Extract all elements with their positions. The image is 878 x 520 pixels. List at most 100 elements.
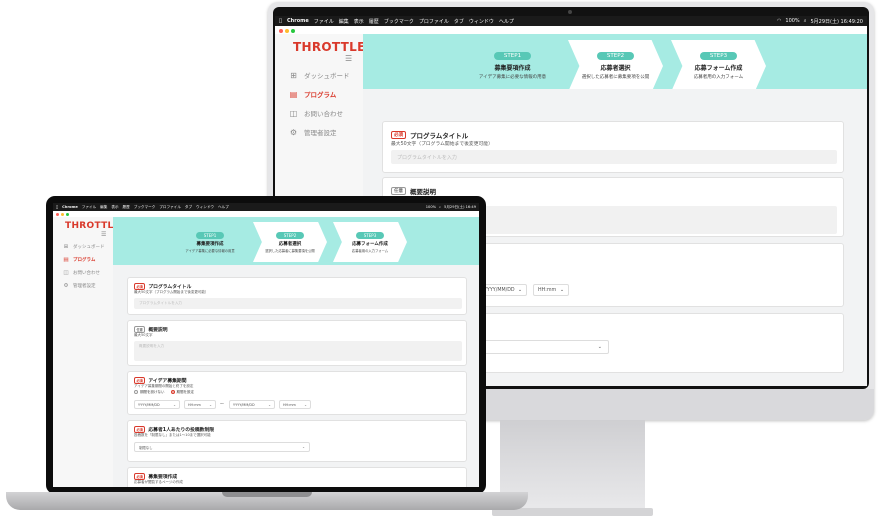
sidebar-item-label: 管理者設定 <box>73 283 96 289</box>
sidebar-item-program[interactable]: ▤ プログラム <box>289 89 350 100</box>
required-badge: 必須 <box>391 131 406 139</box>
logo[interactable]: THROTTLE <box>65 221 120 231</box>
close-icon[interactable] <box>279 29 283 33</box>
sidebar-item-admin[interactable]: ⚙ 管理者設定 <box>289 127 350 138</box>
step-2[interactable]: STEP2 応募者選択 選択した応募者に募集要項を公開 <box>253 222 327 262</box>
step-1[interactable]: STEP1 募集要項作成 アイデア募集に必要な情報の用意 <box>465 40 560 92</box>
search-icon[interactable]: ⌕ <box>804 18 807 25</box>
program-title-card: 必須 プログラムタイトル 最大50文字（プログラム開始まで後変更可能） プログラム… <box>127 277 467 315</box>
start-date-select[interactable]: YYYY/MM/DD ⌄ <box>134 400 180 409</box>
radio-label: 期間を設けない <box>140 390 165 394</box>
window-controls <box>279 29 295 33</box>
required-badge: 必須 <box>134 473 146 480</box>
menu-tab[interactable]: タブ <box>454 18 464 25</box>
menu-bookmarks[interactable]: ブックマーク <box>134 205 156 210</box>
end-time-select[interactable]: HH:mm ⌄ <box>533 284 569 296</box>
menu-view[interactable]: 表示 <box>111 205 118 210</box>
sidebar-item-program[interactable]: ▤ プログラム <box>63 256 105 263</box>
menu-file[interactable]: ファイル <box>82 205 96 210</box>
menu-clock[interactable]: 5月29日(土) 16:49 <box>444 205 476 210</box>
gear-icon: ⚙ <box>289 127 298 137</box>
sidebar-item-label: ダッシュボード <box>304 72 350 80</box>
menu-history[interactable]: 履歴 <box>123 205 130 210</box>
menu-window[interactable]: ウィンドウ <box>469 18 494 25</box>
field-hint: 最大50文字 <box>134 333 153 337</box>
menu-edit[interactable]: 編集 <box>339 18 349 25</box>
sidebar-item-dashboard[interactable]: ⊞ ダッシュボード <box>63 243 105 250</box>
step-subtitle: 選択した応募者に募集要項を公開 <box>581 75 650 80</box>
step-tag: STEP1 <box>195 231 225 239</box>
program-title-input[interactable]: プログラムタイトルを入力 <box>134 298 462 309</box>
step-tag: STEP3 <box>699 52 738 60</box>
select-value: YYYY/MM/DD <box>138 402 160 407</box>
limit-card: 必須 応募者1人あたりの投稿数制限 投稿数を「制限なし」または1〜10まで選択可能… <box>127 420 467 462</box>
summary-textarea[interactable]: 概要説明を入力 <box>134 341 462 361</box>
select-value: HH:mm <box>538 287 557 293</box>
menu-bar:  Chrome ファイル 編集 表示 履歴 ブックマーク プロファイル タブ … <box>53 203 479 211</box>
period-card: 必須 アイデア募集期間 アイデア募集期間の開始と終了を設定 期間を設けない 期間を… <box>127 371 467 415</box>
wifi-icon[interactable]: ◠ <box>777 18 781 25</box>
menu-tab[interactable]: タブ <box>185 205 192 210</box>
calendar-icon: ▤ <box>63 256 69 263</box>
menu-bookmarks[interactable]: ブックマーク <box>384 18 414 25</box>
select-value: HH:mm <box>188 402 201 407</box>
apple-icon[interactable]:  <box>279 18 282 24</box>
main-content: 必須 プログラムタイトル 最大50文字（プログラム開始まで後変更可能） プログラム… <box>113 265 479 487</box>
end-date-select[interactable]: YYYY/MM/DD ⌄ <box>479 284 527 296</box>
sidebar-item-contact[interactable]: ◫ お問い合わせ <box>289 108 350 119</box>
hamburger-icon[interactable]: ☰ <box>101 231 106 238</box>
menu-app-name[interactable]: Chrome <box>62 205 78 209</box>
step-title: 募集要項作成 <box>196 241 224 247</box>
step-title: 応募者選択 <box>600 65 631 72</box>
step-subtitle: 応募者用の入力フォーム <box>693 75 744 80</box>
minimize-icon[interactable] <box>285 29 289 33</box>
step-3[interactable]: STEP3 応募フォーム作成 応募者用の入力フォーム <box>671 40 766 92</box>
field-hint: 応募者が閲覧するページの作成 <box>134 480 183 484</box>
program-title-input[interactable]: プログラムタイトルを入力 <box>391 150 837 164</box>
menu-window[interactable]: ウィンドウ <box>196 205 214 210</box>
step-3[interactable]: STEP3 応募フォーム作成 応募者用の入力フォーム <box>333 222 407 262</box>
logo[interactable]: THROTTLE <box>293 40 366 54</box>
battery-level[interactable]: 100% <box>785 18 799 25</box>
step-tag: STEP2 <box>275 231 305 239</box>
field-title: 概要説明 <box>410 188 436 196</box>
maximize-icon[interactable] <box>66 213 69 216</box>
chat-icon: ◫ <box>63 269 69 276</box>
required-badge: 必須 <box>134 283 146 290</box>
search-icon[interactable]: ⌕ <box>439 205 441 210</box>
sidebar-item-label: 管理者設定 <box>304 129 337 137</box>
select-value: YYYY/MM/DD <box>233 402 255 407</box>
menu-view[interactable]: 表示 <box>354 18 364 25</box>
sidebar-item-admin[interactable]: ⚙ 管理者設定 <box>63 282 105 289</box>
menu-file[interactable]: ファイル <box>314 18 334 25</box>
limit-select[interactable]: 制限なし ⌄ <box>134 442 310 452</box>
radio-set-period[interactable]: 期間を設定 <box>170 390 195 395</box>
menu-history[interactable]: 履歴 <box>369 18 379 25</box>
start-time-select[interactable]: HH:mm ⌄ <box>184 400 216 409</box>
step-2[interactable]: STEP2 応募者選択 選択した応募者に募集要項を公開 <box>568 40 663 92</box>
menu-help[interactable]: ヘルプ <box>218 205 229 210</box>
sidebar-item-dashboard[interactable]: ⊞ ダッシュボード <box>289 70 350 81</box>
battery-level[interactable]: 100% <box>426 205 436 210</box>
radio-no-period[interactable]: 期間を設けない <box>134 390 165 395</box>
grid-icon: ⊞ <box>290 70 297 80</box>
hamburger-icon[interactable]: ☰ <box>345 54 352 63</box>
apple-icon[interactable]:  <box>56 205 58 209</box>
end-time-select[interactable]: HH:mm ⌄ <box>279 400 311 409</box>
radio-label: 期間を設定 <box>176 390 195 394</box>
menu-profile[interactable]: プロファイル <box>419 18 449 25</box>
close-icon[interactable] <box>56 213 59 216</box>
maximize-icon[interactable] <box>291 29 295 33</box>
menu-help[interactable]: ヘルプ <box>499 18 514 25</box>
end-date-select[interactable]: YYYY/MM/DD ⌄ <box>229 400 275 409</box>
menu-app-name[interactable]: Chrome <box>287 18 309 24</box>
field-label: 必須 アイデア募集期間 <box>134 377 187 384</box>
minimize-icon[interactable] <box>61 213 64 216</box>
sidebar-item-contact[interactable]: ◫ お問い合わせ <box>63 269 105 276</box>
step-1[interactable]: STEP1 募集要項作成 アイデア募集に必要な情報の用意 <box>173 222 247 262</box>
field-title: 概要説明 <box>148 328 168 333</box>
menu-edit[interactable]: 編集 <box>100 205 107 210</box>
sidebar-item-label: プログラム <box>304 91 337 99</box>
menu-profile[interactable]: プロファイル <box>159 205 181 210</box>
menu-clock[interactable]: 5月29日(土) 16:49:20 <box>811 18 864 25</box>
